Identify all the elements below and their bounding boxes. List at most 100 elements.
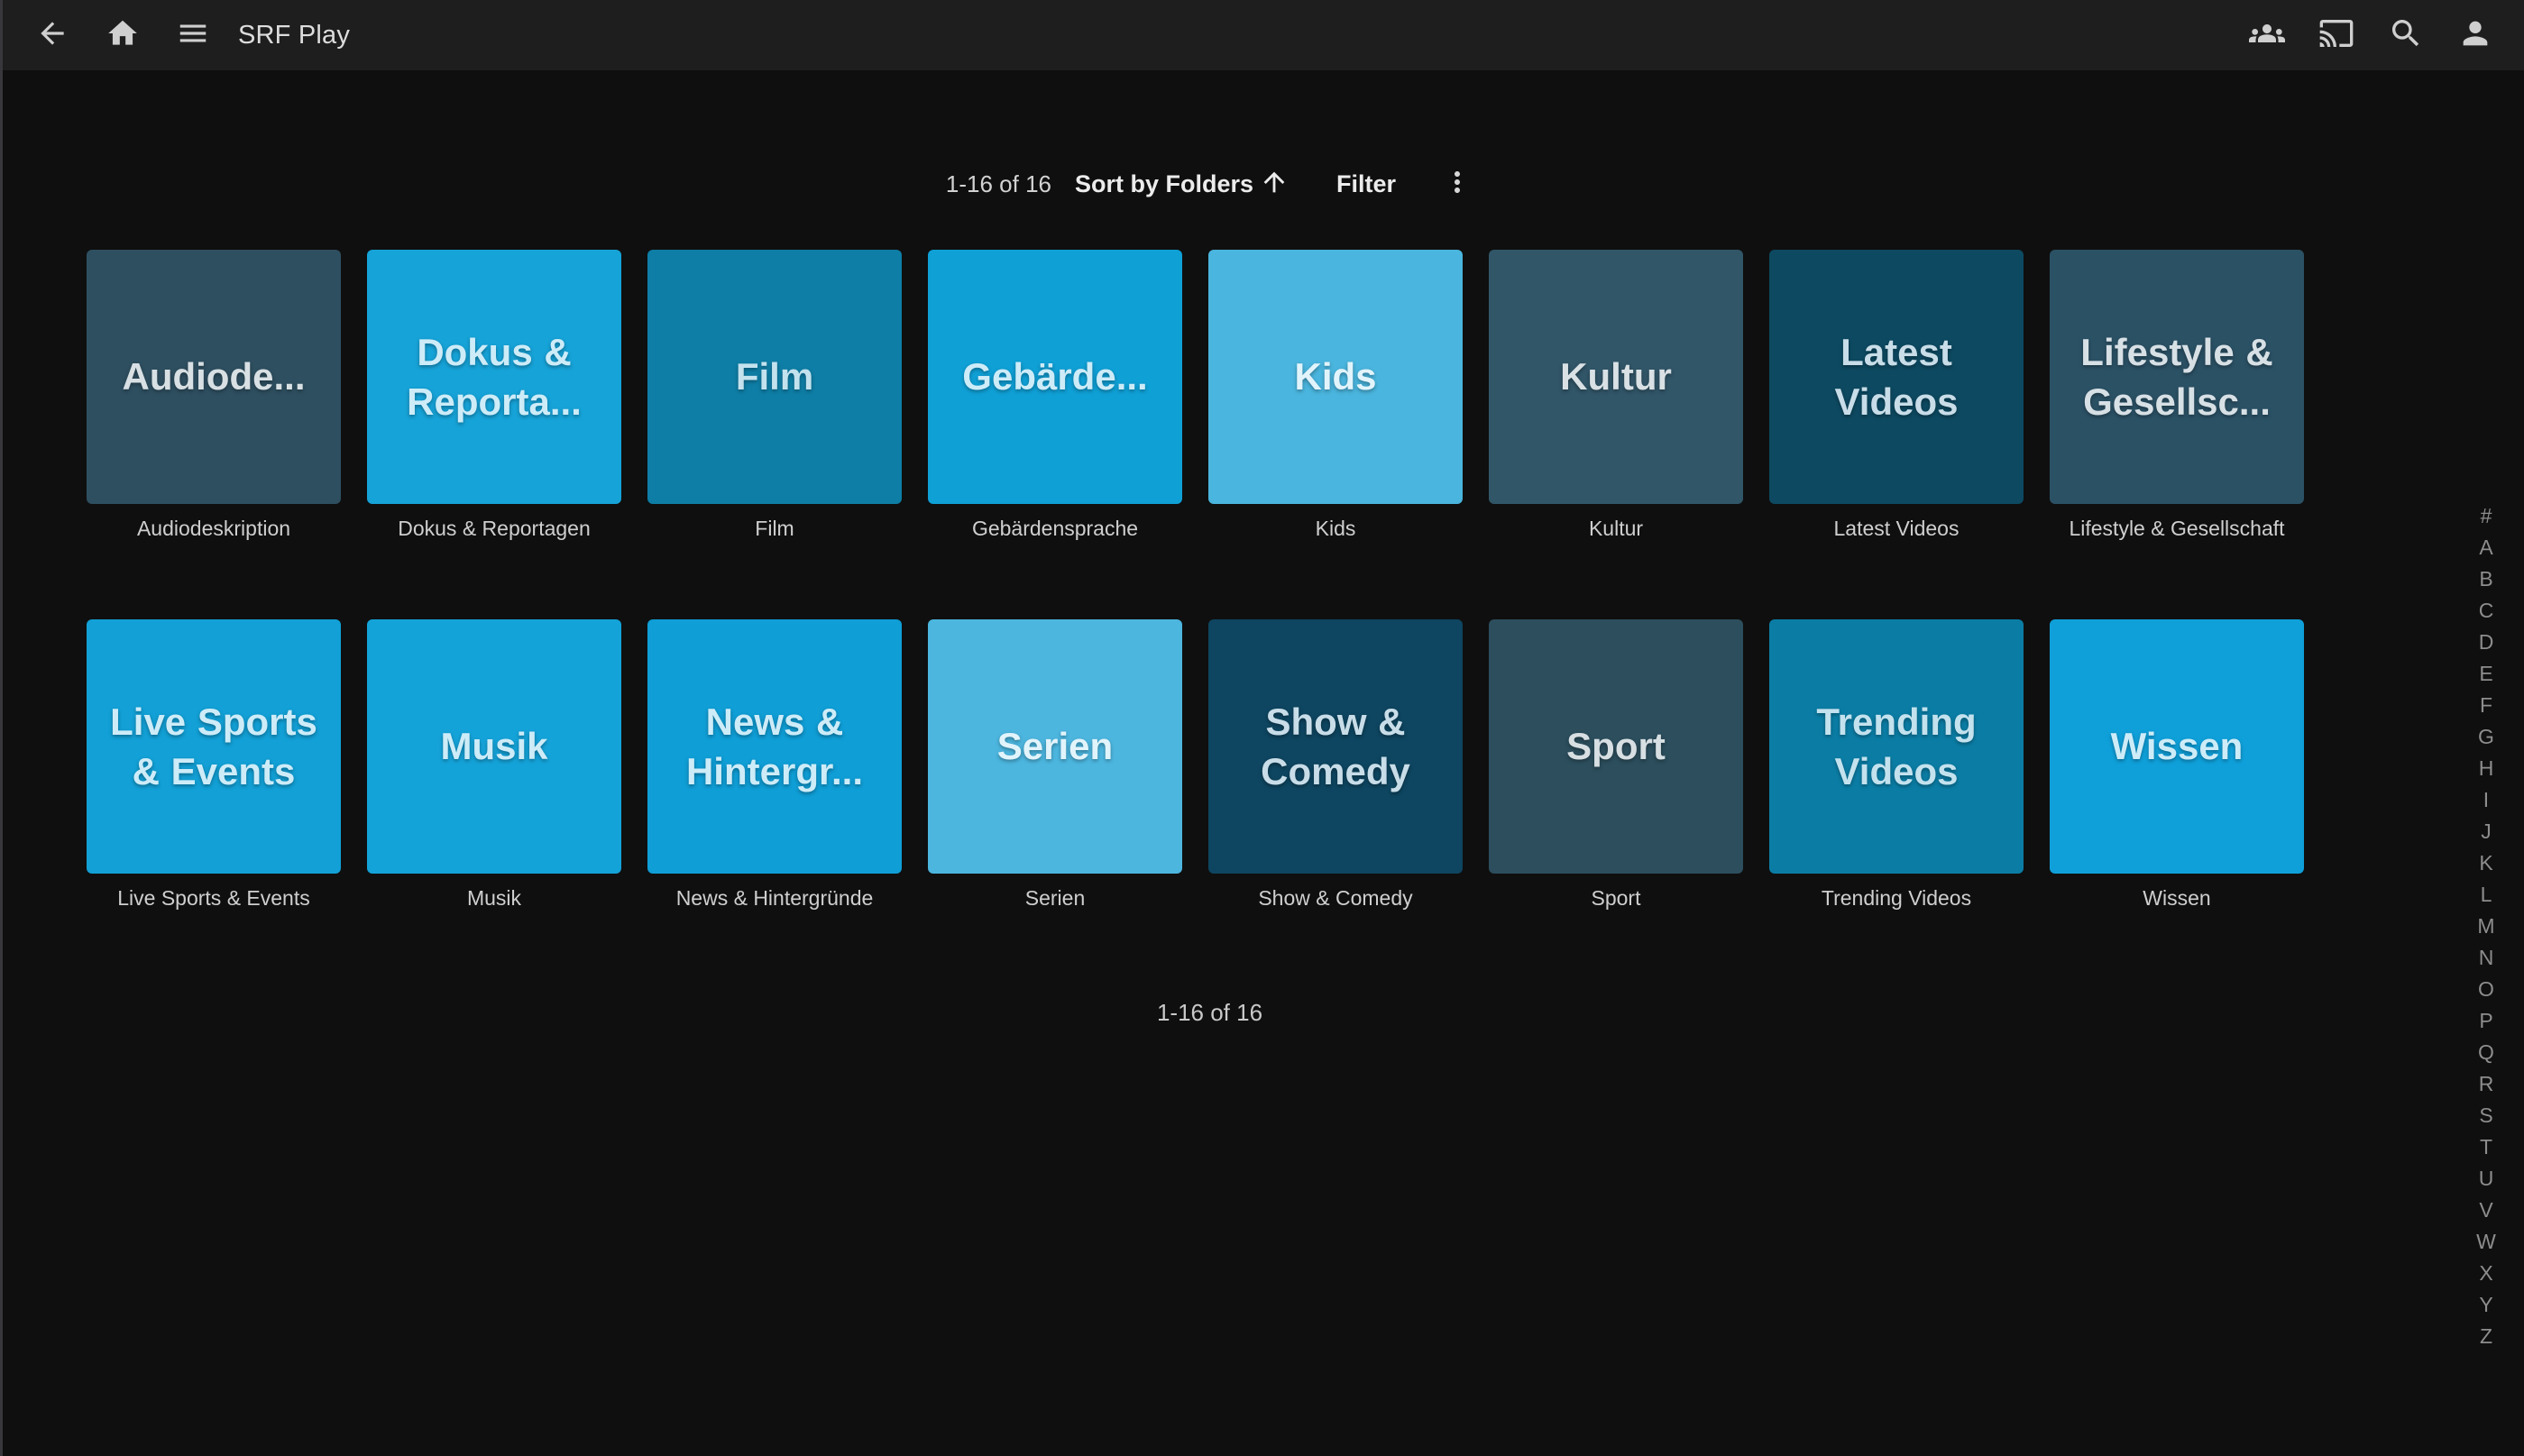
tile-title: Kids [1208,352,1463,401]
syncplay-group-icon [2249,15,2285,56]
card-label: Kultur [1489,515,1743,542]
library-card[interactable]: SportSport [1489,619,1743,911]
library-card[interactable]: Dokus & Reporta... Dokus & Reportagen [367,250,621,542]
alpha-picker-letter[interactable]: F [2472,690,2501,721]
card-row-2: Live Sports & EventsLive Sports & Events… [87,619,2304,911]
library-card[interactable]: KidsKids [1208,250,1463,542]
page-title: SRF Play [238,21,350,50]
alpha-picker-letter[interactable]: D [2472,627,2501,658]
alpha-picker-letter[interactable]: U [2472,1163,2501,1195]
tile-title: Dokus & Reporta... [367,327,621,427]
sort-button[interactable]: Sort by Folders [1075,167,1290,202]
alpha-picker-letter[interactable]: N [2472,942,2501,974]
tile-title: Live Sports & Events [87,697,341,797]
alpha-picker-letter[interactable]: Z [2472,1321,2501,1352]
syncplay-button[interactable] [2249,17,2285,53]
cast-icon [2318,15,2354,56]
library-card[interactable]: Trending VideosTrending Videos [1769,619,2024,911]
folder-tile: Kultur [1489,250,1743,504]
library-card[interactable]: FilmFilm [647,250,902,542]
search-button[interactable] [2388,17,2424,53]
library-toolbar: 1-16 of 16 Sort by Folders Filter [0,159,2419,209]
tile-title: Film [647,352,902,401]
alpha-picker-letter[interactable]: O [2472,974,2501,1005]
folder-tile: Trending Videos [1769,619,2024,874]
alpha-picker-letter[interactable]: P [2472,1005,2501,1037]
alpha-picker-letter[interactable]: S [2472,1100,2501,1131]
library-card[interactable]: Live Sports & Events Live Sports & Events [87,619,341,911]
alpha-picker-letter[interactable]: K [2472,847,2501,879]
card-label: Live Sports & Events [87,884,341,911]
user-button[interactable] [2457,17,2493,53]
card-label: Lifestyle & Gesellschaft [2050,515,2304,542]
alpha-picker-letter[interactable]: A [2472,532,2501,563]
alpha-picker-letter[interactable]: E [2472,658,2501,690]
library-card[interactable]: SerienSerien [928,619,1182,911]
alpha-picker-letter[interactable]: Y [2472,1289,2501,1321]
card-label: Dokus & Reportagen [367,515,621,542]
folder-tile: Audiode... [87,250,341,504]
card-label: Musik [367,884,621,911]
appbar-left-group [0,17,211,53]
left-scrollbar[interactable] [0,0,3,1456]
user-icon [2457,15,2493,56]
alpha-picker-letter[interactable]: G [2472,721,2501,753]
alpha-picker-letter[interactable]: H [2472,753,2501,784]
alpha-picker-letter[interactable]: # [2472,500,2501,532]
alpha-picker-letter[interactable]: J [2472,816,2501,847]
alpha-picker-letter[interactable]: T [2472,1131,2501,1163]
library-card[interactable]: Musik Musik [367,619,621,911]
cast-button[interactable] [2318,17,2354,53]
card-label: Serien [928,884,1182,911]
menu-icon [176,16,210,55]
alpha-picker-letter[interactable]: Q [2472,1037,2501,1068]
appbar-right-group [2249,17,2524,53]
menu-button[interactable] [175,17,211,53]
tile-title: Musik [367,721,621,771]
alpha-picker-letter[interactable]: M [2472,911,2501,942]
tile-title: Gebärde... [928,352,1182,401]
home-button[interactable] [105,17,141,53]
alpha-picker-letter[interactable]: W [2472,1226,2501,1258]
alpha-picker-letter[interactable]: V [2472,1195,2501,1226]
sort-button-label: Sort by Folders [1075,170,1253,198]
folder-tile: Show & Comedy [1208,619,1463,874]
library-card[interactable]: Audiode...Audiodeskription [87,250,341,542]
filter-button[interactable]: Filter [1336,170,1396,198]
card-label: Wissen [2050,884,2304,911]
library-card[interactable]: Show & Comedy Show & Comedy [1208,619,1463,911]
library-card[interactable]: Wissen Wissen [2050,619,2304,911]
card-label: Latest Videos [1769,515,2024,542]
tile-title: Trending Videos [1769,697,2024,797]
item-count: 1-16 of 16 [946,170,1051,198]
alpha-picker-letter[interactable]: I [2472,784,2501,816]
folder-tile: Dokus & Reporta... [367,250,621,504]
card-label: Gebärdensprache [928,515,1182,542]
card-row-1: Audiode...AudiodeskriptionDokus & Report… [87,250,2304,542]
tile-title: Audiode... [87,352,341,401]
library-card[interactable]: Latest Videos Latest Videos [1769,250,2024,542]
alpha-picker-letter[interactable]: X [2472,1258,2501,1289]
alpha-picker-letter[interactable]: R [2472,1068,2501,1100]
folder-tile: Sport [1489,619,1743,874]
search-icon [2388,15,2424,56]
tile-title: Wissen [2050,721,2304,771]
folder-tile: Film [647,250,902,504]
library-card[interactable]: News & Hintergr...News & Hintergründe [647,619,902,911]
alpha-picker-letter[interactable]: C [2472,595,2501,627]
tile-title: Show & Comedy [1208,697,1463,797]
library-card[interactable]: Lifestyle & Gesellsc... Lifestyle & Gesel… [2050,250,2304,542]
library-card[interactable]: Kultur Kultur [1489,250,1743,542]
folder-tile: Latest Videos [1769,250,2024,504]
more-menu-button[interactable] [1441,166,1473,203]
library-card[interactable]: Gebärde... Gebärdensprache [928,250,1182,542]
tile-title: Sport [1489,721,1743,771]
folder-tile: Wissen [2050,619,2304,874]
alpha-picker: #ABCDEFGHIJKLMNOPQRSTUVWXYZ [2472,500,2501,1352]
folder-tile: Lifestyle & Gesellsc... [2050,250,2304,504]
alpha-picker-letter[interactable]: L [2472,879,2501,911]
card-label: Show & Comedy [1208,884,1463,911]
back-button[interactable] [34,17,70,53]
home-icon [106,16,140,55]
alpha-picker-letter[interactable]: B [2472,563,2501,595]
